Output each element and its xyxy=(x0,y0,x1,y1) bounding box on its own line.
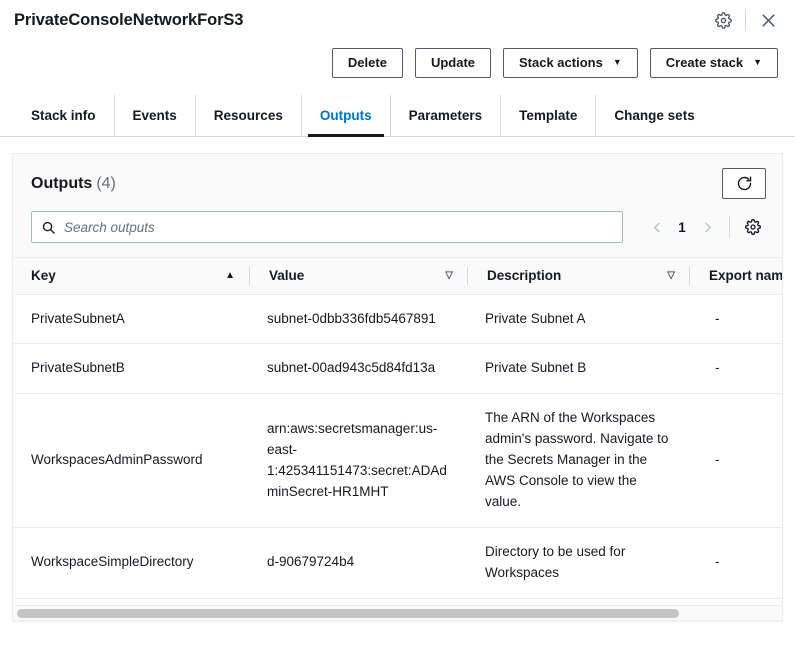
table-header-row: Key ▲ Value ▽ Description ▽ Export name xyxy=(13,258,782,295)
tab-parameters[interactable]: Parameters xyxy=(389,95,501,136)
column-header-description[interactable]: Description ▽ xyxy=(467,258,689,295)
tab-resources[interactable]: Resources xyxy=(194,95,301,136)
cell-export-name: - xyxy=(689,393,782,528)
outputs-table: Key ▲ Value ▽ Description ▽ Export name Privat… xyxy=(13,258,782,599)
window-header-actions xyxy=(708,6,783,34)
search-icon xyxy=(41,220,56,235)
sort-ascending-icon: ▲ xyxy=(225,269,235,281)
tab-bar: Stack info Events Resources Outputs Paramete… xyxy=(0,95,795,137)
settings-gear-button[interactable] xyxy=(708,6,738,34)
cell-value: d-90679724b4 xyxy=(249,527,467,599)
close-button[interactable] xyxy=(753,6,783,34)
update-button[interactable]: Update xyxy=(414,47,491,78)
window-header: PrivateConsoleNetworkForS3 xyxy=(0,0,795,40)
chevron-right-icon[interactable] xyxy=(695,214,719,240)
horizontal-scrollbar-thumb[interactable] xyxy=(17,609,680,618)
column-header-label: Description xyxy=(487,268,562,284)
column-header-key[interactable]: Key ▲ xyxy=(13,258,249,295)
horizontal-scrollbar[interactable] xyxy=(13,605,782,620)
outputs-panel: Outputs (4) Search outputs 1 Key ▲ Value… xyxy=(12,153,783,621)
tab-label: Parameters xyxy=(408,108,483,123)
delete-button-label: Delete xyxy=(347,55,387,70)
chevron-left-icon[interactable] xyxy=(645,214,669,240)
refresh-button[interactable] xyxy=(722,168,766,199)
sort-inactive-icon: ▽ xyxy=(667,269,675,281)
chevron-down-icon: ▼ xyxy=(612,57,622,67)
table-row[interactable]: WorkspacesAdminPassword arn:aws:secretsma… xyxy=(13,393,782,528)
tab-events[interactable]: Events xyxy=(113,95,195,136)
chevron-down-icon: ▼ xyxy=(753,57,762,67)
pagination-divider xyxy=(729,216,730,238)
page-number-1[interactable]: 1 xyxy=(671,220,693,235)
column-header-export-name[interactable]: Export name xyxy=(689,258,782,295)
outputs-table-scroll-area: Key ▲ Value ▽ Description ▽ Export name Privat… xyxy=(13,258,782,605)
header-divider xyxy=(745,9,746,31)
table-preferences-gear-icon[interactable] xyxy=(740,214,766,240)
cell-export-name: - xyxy=(689,343,782,395)
outputs-table-body: PrivateSubnetA subnet-0dbb336fdb5467891 Pr… xyxy=(13,294,782,599)
outputs-title-row: Outputs (4) xyxy=(31,168,766,199)
cell-export-name: - xyxy=(689,527,782,599)
delete-button[interactable]: Delete xyxy=(331,47,403,78)
cell-value: subnet-0dbb336fdb5467891 xyxy=(249,294,467,345)
tab-change-sets[interactable]: Change sets xyxy=(595,95,712,136)
tab-label: Stack info xyxy=(31,108,96,123)
stack-actions-label: Stack actions xyxy=(519,55,603,70)
outputs-heading: Outputs (4) xyxy=(31,175,116,193)
create-stack-label: Create stack xyxy=(665,55,744,70)
pagination: 1 xyxy=(645,214,766,240)
cell-key: WorkspaceSimpleDirectory xyxy=(13,527,249,599)
cell-key: PrivateSubnetB xyxy=(13,343,249,395)
tab-template[interactable]: Template xyxy=(500,95,595,136)
tab-outputs[interactable]: Outputs xyxy=(300,95,390,137)
cell-key: PrivateSubnetA xyxy=(13,294,249,345)
column-header-label: Value xyxy=(269,268,305,284)
cell-description: Private Subnet A xyxy=(467,294,689,345)
tab-label: Template xyxy=(519,108,578,123)
outputs-filter-row: 1 xyxy=(31,211,766,243)
column-header-label: Export name xyxy=(709,268,782,284)
page-title: PrivateConsoleNetworkForS3 xyxy=(14,10,244,29)
tab-label: Outputs xyxy=(319,108,372,123)
cell-value: subnet-00ad943c5d84fd13a xyxy=(249,343,467,395)
table-row[interactable]: PrivateSubnetB subnet-00ad943c5d84fd13a Pr… xyxy=(13,343,782,395)
column-header-label: Key xyxy=(31,268,56,284)
update-button-label: Update xyxy=(430,55,475,70)
tab-label: Events xyxy=(132,108,177,123)
outputs-panel-header: Outputs (4) Search outputs 1 xyxy=(13,154,782,258)
table-row[interactable]: WorkspaceSimpleDirectory d-90679724b4 Dire… xyxy=(13,527,782,599)
tab-label: Resources xyxy=(213,108,283,123)
cell-key: WorkspacesAdminPassword xyxy=(13,393,249,528)
cell-description: Private Subnet B xyxy=(467,343,689,395)
tab-stack-info[interactable]: Stack info xyxy=(12,95,114,136)
search-outputs-box[interactable] xyxy=(31,211,623,243)
create-stack-dropdown[interactable]: Create stack ▼ xyxy=(649,47,778,78)
tab-label: Change sets xyxy=(614,108,695,123)
cell-value: arn:aws:secretsmanager:us-east-1:4253411… xyxy=(249,393,467,528)
table-row[interactable]: PrivateSubnetA subnet-0dbb336fdb5467891 Pr… xyxy=(13,294,782,345)
stack-actions-dropdown[interactable]: Stack actions ▼ xyxy=(503,47,638,78)
outputs-heading-text: Outputs xyxy=(31,174,93,192)
cell-export-name: - xyxy=(689,294,782,345)
cell-description: Directory to be used for Workspaces xyxy=(467,527,689,599)
outputs-table-header: Key ▲ Value ▽ Description ▽ Export name xyxy=(13,258,782,295)
stack-action-toolbar: Delete Update Stack actions ▼ Create sta… xyxy=(0,40,795,85)
cell-description: The ARN of the Workspaces admin's passwo… xyxy=(467,393,689,528)
search-input[interactable] xyxy=(64,219,613,235)
outputs-count: (4) xyxy=(96,174,116,192)
column-header-value[interactable]: Value ▽ xyxy=(249,258,467,295)
sort-inactive-icon: ▽ xyxy=(445,269,453,281)
